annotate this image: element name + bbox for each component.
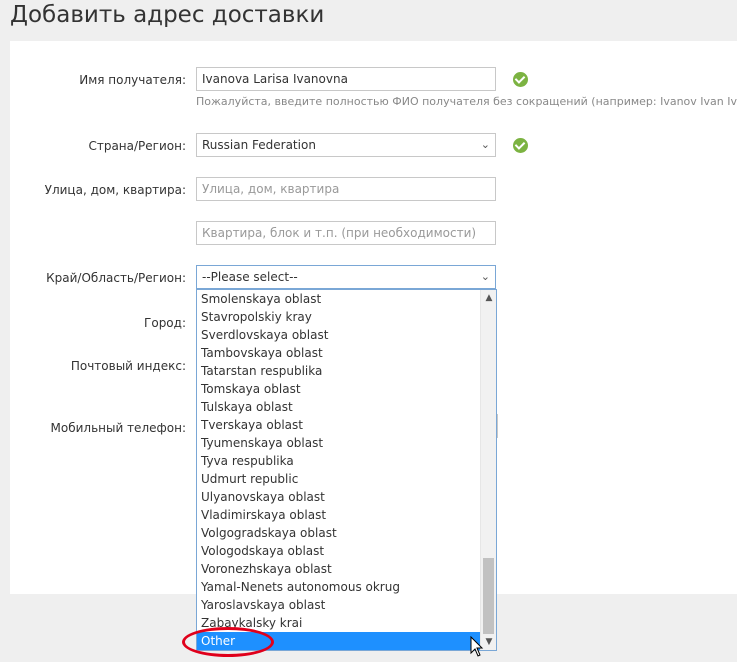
country-select[interactable]: Russian Federation ⌄	[196, 133, 496, 157]
region-dropdown-list[interactable]: Smolenskaya oblast Stavropolskiy kray Sver…	[196, 289, 497, 651]
page-title: Добавить адрес доставки	[10, 2, 325, 28]
annotation-ellipse	[182, 627, 274, 657]
region-option[interactable]: Stavropolskiy kray	[197, 308, 480, 326]
region-option[interactable]: Yaroslavskaya oblast	[197, 596, 480, 614]
region-option[interactable]: Sverdlovskaya oblast	[197, 326, 480, 344]
mobile-phone-label: Мобильный телефон:	[50, 421, 187, 435]
region-option[interactable]: Tverskaya oblast	[197, 416, 480, 434]
postcode-label: Почтовый индекс:	[70, 359, 186, 373]
region-option[interactable]: Vladimirskaya oblast	[197, 506, 480, 524]
apartment-input[interactable]: Квартира, блок и т.п. (при необходимости…	[196, 221, 496, 245]
region-option[interactable]: Voronezhskaya oblast	[197, 560, 480, 578]
region-select[interactable]: --Please select-- ⌄	[196, 265, 496, 289]
chevron-down-icon: ⌄	[480, 270, 490, 283]
country-valid-check-icon	[513, 138, 528, 153]
region-option[interactable]: Tambovskaya oblast	[197, 344, 480, 362]
region-option[interactable]: Yamal-Nenets autonomous okrug	[197, 578, 480, 596]
recipient-name-input[interactable]: Ivanova Larisa Ivanovna	[196, 67, 496, 91]
region-option[interactable]: Vologodskaya oblast	[197, 542, 480, 560]
region-option[interactable]: Tulskaya oblast	[197, 398, 480, 416]
region-option[interactable]: Tyumenskaya oblast	[197, 434, 480, 452]
region-options: Smolenskaya oblast Stavropolskiy kray Sver…	[197, 290, 480, 650]
scroll-thumb[interactable]	[483, 558, 494, 634]
region-select-value: --Please select--	[202, 270, 298, 284]
city-label: Город:	[144, 316, 186, 330]
scroll-up-arrow-icon[interactable]: ▲	[481, 290, 496, 306]
recipient-name-hint: Пожалуйста, введите полностью ФИО получа…	[196, 95, 737, 108]
street-label: Улица, дом, квартира:	[44, 183, 186, 197]
street-input[interactable]: Улица, дом, квартира	[196, 177, 496, 201]
region-option[interactable]: Tomskaya oblast	[197, 380, 480, 398]
dropdown-scrollbar[interactable]: ▲ ▼	[480, 290, 496, 650]
region-label: Край/Область/Регион:	[46, 271, 186, 285]
region-option[interactable]: Udmurt republic	[197, 470, 480, 488]
recipient-name-label: Имя получателя:	[79, 73, 186, 87]
mouse-cursor-icon	[470, 636, 484, 657]
region-option[interactable]: Volgogradskaya oblast	[197, 524, 480, 542]
region-option[interactable]: Tyva respublika	[197, 452, 480, 470]
region-option[interactable]: Tatarstan respublika	[197, 362, 480, 380]
name-valid-check-icon	[513, 72, 528, 87]
region-option[interactable]: Smolenskaya oblast	[197, 290, 480, 308]
chevron-down-icon: ⌄	[480, 138, 490, 151]
country-label: Страна/Регион:	[88, 139, 186, 153]
country-select-value: Russian Federation	[202, 138, 316, 152]
region-option[interactable]: Ulyanovskaya oblast	[197, 488, 480, 506]
